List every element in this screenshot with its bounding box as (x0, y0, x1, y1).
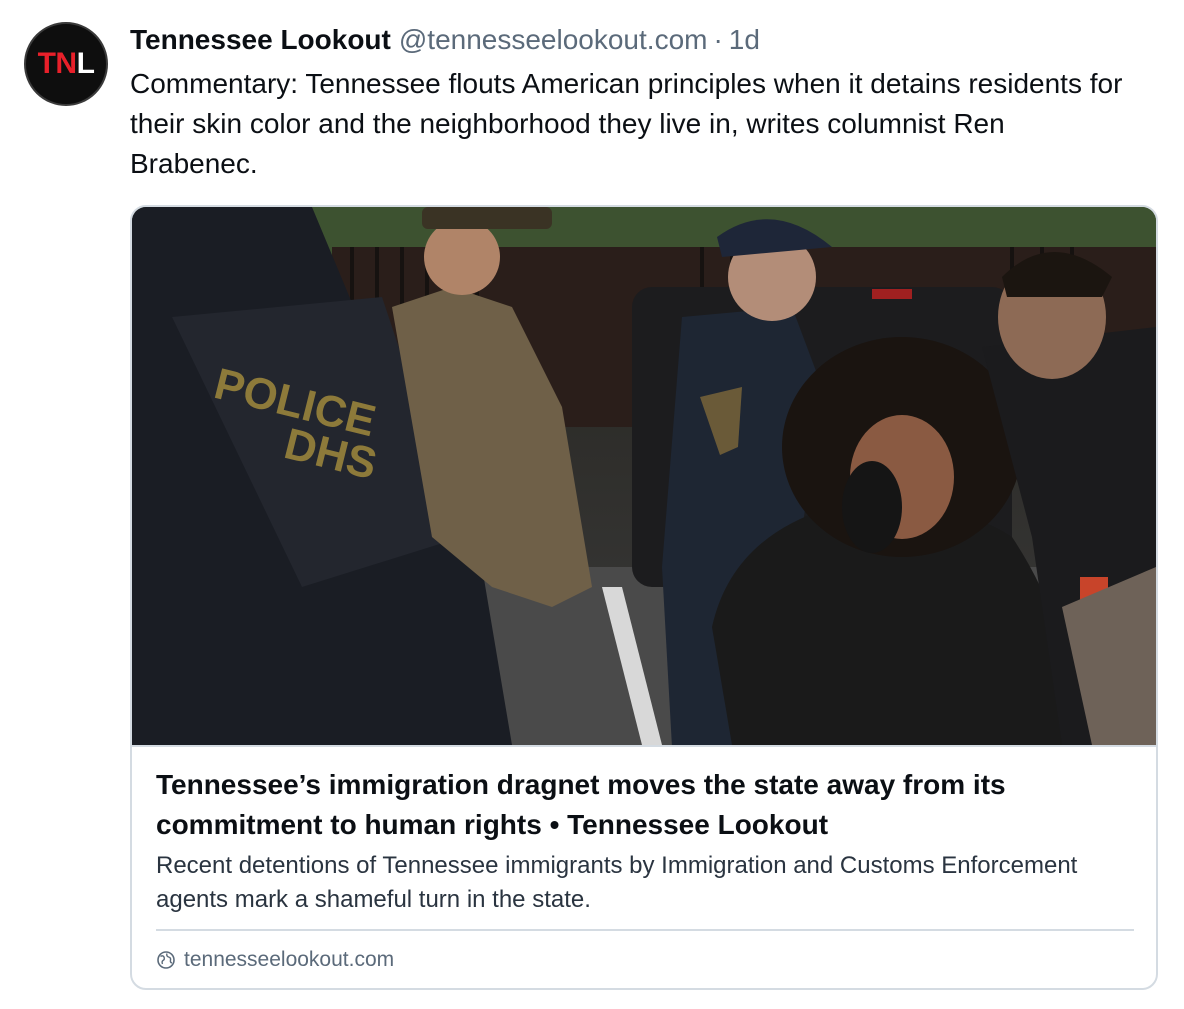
post-text: Commentary: Tennessee flouts American pr… (130, 68, 1123, 179)
card-image-divider (132, 745, 1156, 747)
post-timestamp[interactable]: 1d (729, 22, 760, 58)
card-divider (156, 929, 1134, 931)
avatar[interactable]: TNL (24, 22, 108, 106)
link-card-domain-row[interactable]: tennesseelookout.com (156, 945, 394, 975)
avatar-logo: TNL (38, 49, 95, 79)
link-card-image: POLICE DHS (132, 207, 1156, 745)
author-handle[interactable]: @tennesseelookout.com (399, 22, 708, 58)
avatar-letter-t: T (37, 47, 56, 80)
avatar-letter-n: N (55, 47, 77, 80)
separator-dot: · (713, 24, 723, 55)
globe-icon (157, 951, 175, 969)
link-card-title[interactable]: Tennessee’s immigration dragnet moves th… (156, 765, 1116, 845)
post-header: Tennessee Lookout @tennesseelookout.com … (130, 22, 760, 58)
post: TNL Tennessee Lookout @tennesseelookout.… (0, 0, 1184, 1009)
link-card-description: Recent detentions of Tennessee immigrant… (156, 852, 1078, 913)
link-card-domain: tennesseelookout.com (184, 948, 395, 971)
avatar-letter-l: L (76, 47, 95, 80)
link-card[interactable]: POLICE DHS Tennessee’s immigration dragn… (130, 205, 1158, 990)
author-display-name[interactable]: Tennessee Lookout (130, 22, 391, 58)
